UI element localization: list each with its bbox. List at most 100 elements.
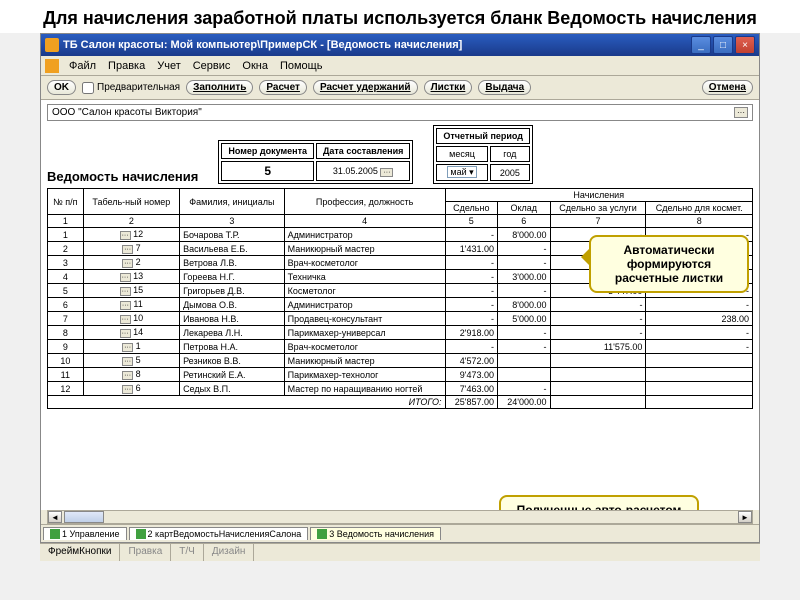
date-picker-button[interactable]: ···: [380, 168, 393, 177]
doc-num-label: Номер документа: [221, 143, 314, 159]
col-services: Сдельно за услуги: [550, 202, 646, 215]
colnum: 3: [180, 215, 285, 228]
period-label: Отчетный период: [436, 128, 530, 144]
colnum: 6: [498, 215, 551, 228]
maximize-button[interactable]: □: [713, 36, 733, 54]
row-picker-button[interactable]: ···: [120, 231, 131, 240]
row-picker-button[interactable]: ···: [122, 245, 133, 254]
menu-file[interactable]: Файл: [63, 58, 102, 74]
col-prof: Профессия, должность: [284, 189, 445, 215]
menubar: Файл Правка Учет Сервис Окна Помощь: [41, 56, 759, 76]
colnum: 2: [83, 215, 179, 228]
tab-icon: [136, 529, 146, 539]
callout-correct: Полученные авто-расчетом суммы можно кор…: [499, 495, 699, 510]
menu-help[interactable]: Помощь: [274, 58, 329, 74]
menu-windows[interactable]: Окна: [236, 58, 274, 74]
titlebar: ТБ Салон красоты: Мой компьютер\ПримерСК…: [41, 34, 759, 56]
status-design[interactable]: Дизайн: [204, 544, 255, 561]
minimize-button[interactable]: _: [691, 36, 711, 54]
row-picker-button[interactable]: ···: [120, 287, 131, 296]
row-picker-button[interactable]: ···: [120, 273, 131, 282]
table-row[interactable]: 6··· 11Дымова О.В.Администратор-8'000.00…: [48, 298, 753, 312]
menu-service[interactable]: Сервис: [187, 58, 237, 74]
callout-slips: Автоматически формируются расчетные лист…: [589, 235, 749, 293]
year-label: год: [490, 146, 530, 162]
scroll-right-button[interactable]: ►: [738, 511, 752, 523]
row-picker-button[interactable]: ···: [120, 315, 131, 324]
org-picker-button[interactable]: ···: [734, 107, 748, 118]
col-salary: Оклад: [498, 202, 551, 215]
issue-button[interactable]: Выдача: [478, 80, 531, 95]
row-picker-button[interactable]: ···: [120, 329, 131, 338]
status-edit[interactable]: Правка: [120, 544, 171, 561]
content-area: ООО "Салон красоты Виктория" ··· Ведомос…: [41, 100, 759, 510]
status-tc[interactable]: Т/Ч: [171, 544, 204, 561]
year-value[interactable]: 2005: [490, 164, 530, 181]
tab-payroll[interactable]: 3 Ведомость начисления: [310, 527, 441, 540]
col-np: № п/п: [48, 189, 84, 215]
row-picker-button[interactable]: ···: [122, 371, 133, 380]
table-row[interactable]: 7··· 10Иванова Н.В.Продавец-консультант-…: [48, 312, 753, 326]
tab-card[interactable]: 2 картВедомостьНачисленияСалона: [129, 527, 309, 540]
table-row[interactable]: 9··· 1Петрова Н.А.Врач-косметолог--11'57…: [48, 340, 753, 354]
table-row[interactable]: 12··· 6Седых В.П.Мастер по наращиванию н…: [48, 382, 753, 396]
preliminary-label: Предварительная: [97, 82, 180, 93]
scroll-left-button[interactable]: ◄: [48, 511, 62, 523]
table-row[interactable]: 11··· 8Ретинский Е.А.Парикмахер-технолог…: [48, 368, 753, 382]
col-cosmetics: Сдельно для космет.: [646, 202, 753, 215]
month-label: месяц: [436, 146, 487, 162]
app-icon: [45, 38, 59, 52]
payroll-grid: № п/п Табель-ный номер Фамилия, инициалы…: [47, 188, 753, 409]
preliminary-check-input[interactable]: [82, 82, 94, 94]
ok-button[interactable]: OK: [47, 80, 76, 95]
app-window: ТБ Салон красоты: Мой компьютер\ПримерСК…: [40, 33, 760, 543]
close-button[interactable]: ×: [735, 36, 755, 54]
totals-label: ИТОГО:: [48, 396, 446, 409]
tab-management[interactable]: 1 Управление: [43, 527, 127, 540]
menu-edit[interactable]: Правка: [102, 58, 151, 74]
calc-button[interactable]: Расчет: [259, 80, 307, 95]
total-salary: 24'000.00: [498, 396, 551, 409]
cancel-button[interactable]: Отмена: [702, 80, 753, 95]
col-tab: Табель-ный номер: [83, 189, 179, 215]
col-piecework: Сдельно: [445, 202, 498, 215]
sheet-tabs: 1 Управление 2 картВедомостьНачисленияСа…: [41, 524, 759, 542]
total-piecework: 25'857.00: [445, 396, 498, 409]
tab-icon: [317, 529, 327, 539]
colnum: 5: [445, 215, 498, 228]
period-box: Отчетный период месяцгод май ▾ 2005: [433, 125, 533, 184]
slips-button[interactable]: Листки: [424, 80, 473, 95]
colnum: 7: [550, 215, 646, 228]
fill-button[interactable]: Заполнить: [186, 80, 253, 95]
preliminary-checkbox[interactable]: Предварительная: [82, 82, 180, 94]
menu-accounting[interactable]: Учет: [151, 58, 187, 74]
statusbar: ФреймКнопки Правка Т/Ч Дизайн: [40, 543, 760, 561]
window-title: ТБ Салон красоты: Мой компьютер\ПримерСК…: [63, 39, 689, 51]
row-picker-button[interactable]: ···: [122, 385, 133, 394]
menu-app-icon: [45, 59, 59, 73]
doc-title: Ведомость начисления: [47, 169, 198, 184]
toolbar: OK Предварительная Заполнить Расчет Расч…: [41, 76, 759, 100]
status-frame[interactable]: ФреймКнопки: [40, 544, 120, 561]
slide-title: Для начисления заработной платы использу…: [0, 0, 800, 33]
row-picker-button[interactable]: ···: [122, 357, 133, 366]
table-row[interactable]: 8··· 14Лекарева Л.Н.Парикмахер-универсал…: [48, 326, 753, 340]
month-select[interactable]: май ▾: [447, 166, 476, 178]
org-name: ООО "Салон красоты Виктория": [52, 107, 202, 118]
tab-icon: [50, 529, 60, 539]
col-fio: Фамилия, инициалы: [180, 189, 285, 215]
doc-num[interactable]: 5: [221, 161, 314, 181]
colnum: 8: [646, 215, 753, 228]
scroll-thumb[interactable]: [64, 511, 104, 523]
row-picker-button[interactable]: ···: [120, 301, 131, 310]
calc-deductions-button[interactable]: Расчет удержаний: [313, 80, 418, 95]
table-row[interactable]: 10··· 5Резников В.В.Маникюрный мастер4'5…: [48, 354, 753, 368]
doc-date[interactable]: 31.05.2005: [333, 166, 378, 176]
doc-number-box: Номер документаДата составления 5 31.05.2…: [218, 140, 413, 184]
doc-date-label: Дата составления: [316, 143, 410, 159]
colnum: 4: [284, 215, 445, 228]
horizontal-scrollbar[interactable]: ◄ ►: [47, 510, 753, 524]
colnum: 1: [48, 215, 84, 228]
row-picker-button[interactable]: ···: [122, 259, 133, 268]
row-picker-button[interactable]: ···: [122, 343, 133, 352]
